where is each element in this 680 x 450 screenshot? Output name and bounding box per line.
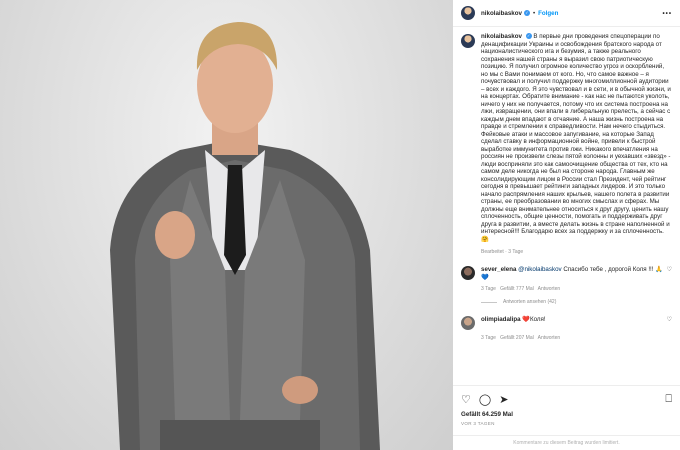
caption: nikolaibaskov ✓ В первые дни проведения … — [461, 33, 672, 243]
username-link[interactable]: nikolaibaskov — [481, 10, 522, 17]
view-replies[interactable]: Antworten ansehen (42) — [481, 299, 672, 305]
bookmark-icon[interactable]: ⎕ — [665, 393, 672, 406]
man-in-suit-image — [110, 22, 380, 450]
comment-age: 3 Tage — [481, 335, 496, 341]
caption-username[interactable]: nikolaibaskov — [481, 33, 522, 40]
avatar[interactable] — [461, 316, 475, 330]
comment-like-icon[interactable]: ♡ — [667, 316, 672, 330]
action-bar: ♡ ◯ ➤ ⎕ — [453, 386, 680, 407]
post-header: nikolaibaskov ✓ • Folgen ••• — [453, 0, 680, 27]
comment-username[interactable]: sever_elena — [481, 266, 516, 273]
verified-icon: ✓ — [525, 33, 532, 40]
divider — [481, 301, 497, 303]
comment-like-icon[interactable]: ♡ — [667, 266, 672, 281]
avatar[interactable] — [461, 6, 475, 20]
post-footer: ♡ ◯ ➤ ⎕ Gefällt 64.259 Mal VOR 3 TAGEN K… — [453, 385, 680, 450]
more-options-icon[interactable]: ••• — [663, 10, 673, 17]
share-icon[interactable]: ➤ — [499, 393, 508, 406]
comment-likes[interactable]: Gefällt 777 Mal — [500, 286, 534, 292]
separator-dot: • — [532, 9, 536, 17]
post-photo — [0, 0, 453, 450]
post-sidebar: nikolaibaskov ✓ • Folgen ••• nikolaibask… — [453, 0, 680, 450]
heart-icon[interactable]: ♡ — [461, 393, 471, 406]
comment-item: olimpiadalipa ❤️Коля! ♡ — [461, 316, 672, 330]
comment-text: ❤️Коля! — [522, 316, 546, 323]
reply-button[interactable]: Antworten — [538, 286, 561, 292]
caption-meta: Bearbeitet · 3 Tage — [481, 249, 524, 255]
comment-age: 3 Tage — [481, 286, 496, 292]
follow-button[interactable]: Folgen — [538, 10, 558, 17]
comment-likes[interactable]: Gefällt 207 Mal — [500, 335, 534, 341]
comments-list[interactable]: nikolaibaskov ✓ В первые дни проведения … — [453, 27, 680, 386]
post-date: VOR 3 TAGEN — [461, 421, 495, 426]
comment-icon[interactable]: ◯ — [479, 393, 491, 406]
likes-count[interactable]: Gefällt 64.259 Mal — [453, 407, 680, 418]
verified-icon: ✓ — [523, 10, 530, 16]
caption-text: В первые дни проведения спецоперации по … — [481, 33, 671, 243]
comment-username[interactable]: olimpiadalipa — [481, 316, 521, 323]
avatar[interactable] — [461, 34, 475, 48]
comment-mention[interactable]: @nikolaibaskov — [518, 266, 561, 273]
comment-item: sever_elena @nikolaibaskov Спасибо тебе … — [461, 266, 672, 281]
reply-button[interactable]: Antworten — [538, 335, 561, 341]
avatar[interactable] — [461, 266, 475, 280]
view-replies-label[interactable]: Antworten ansehen (42) — [503, 299, 556, 305]
comments-limited-notice: Kommentare zu diesem Beitrag wurden limi… — [453, 435, 680, 450]
